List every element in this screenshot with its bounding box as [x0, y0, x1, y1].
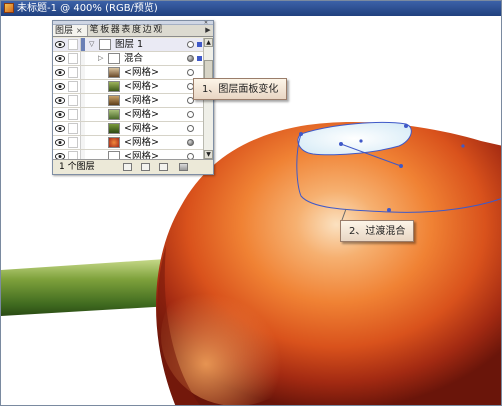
lock-toggle[interactable]	[68, 67, 78, 78]
lock-toggle[interactable]	[68, 137, 78, 148]
target-circle-icon[interactable]	[187, 111, 194, 118]
window-titlebar[interactable]: 未标题-1 @ 400% (RGB/预览)	[1, 1, 501, 16]
tab-layers[interactable]: 图层 ×	[53, 25, 88, 36]
layer-color-bar	[80, 108, 85, 121]
anchor-point	[399, 164, 403, 168]
mesh-row[interactable]: <网格>	[53, 136, 203, 150]
trash-icon[interactable]	[179, 163, 188, 171]
new-layer-button[interactable]	[159, 163, 168, 171]
mesh-thumbnail	[108, 81, 120, 92]
lock-toggle[interactable]	[68, 123, 78, 134]
row-label[interactable]: <网格>	[124, 81, 159, 93]
layer-color-bar	[80, 122, 85, 135]
target-circle-icon[interactable]	[187, 125, 194, 132]
mesh-row[interactable]: <网格>	[53, 122, 203, 136]
anchor-point	[359, 139, 363, 143]
row-label[interactable]: 混合	[124, 53, 143, 65]
lock-toggle[interactable]	[68, 95, 78, 106]
mesh-thumbnail	[108, 67, 120, 78]
mesh-row[interactable]: <网格>	[53, 80, 203, 94]
anchor-point	[387, 208, 391, 212]
lock-toggle[interactable]	[68, 151, 78, 159]
row-label[interactable]: <网格>	[124, 151, 159, 159]
layer-count: 1 个图层	[59, 162, 95, 172]
row-label[interactable]: <网格>	[124, 109, 159, 121]
expand-icon[interactable]: ▷	[98, 54, 103, 62]
selection-square[interactable]	[197, 42, 202, 47]
anchor-point	[461, 144, 465, 148]
layer-color-bar	[80, 136, 85, 149]
mesh-thumbnail	[108, 95, 120, 106]
panel-close-icon[interactable]: ✕	[202, 21, 210, 26]
lock-toggle[interactable]	[68, 109, 78, 120]
anchor-point	[299, 132, 303, 136]
layer-row[interactable]: ▽ 图层 1	[53, 38, 203, 52]
eye-icon[interactable]	[55, 69, 65, 76]
panel-tabs: 图层 × 笔板器表度边观 ▶	[53, 25, 213, 37]
target-circle-icon[interactable]	[187, 55, 194, 62]
layer-color-bar	[80, 38, 85, 51]
layer-color-bar	[80, 150, 85, 159]
scroll-down-icon[interactable]: ▼	[204, 150, 213, 159]
mesh-thumbnail	[108, 123, 120, 134]
illustrator-document-window: 未标题-1 @ 400% (RGB/预览) ✕ 图层 × 笔板器表度边观 ▶ ▽…	[0, 0, 502, 406]
selection-square[interactable]	[197, 56, 202, 61]
mesh-thumbnail	[108, 109, 120, 120]
mesh-row[interactable]: <网格>	[53, 150, 203, 159]
blend-row[interactable]: ▷ 混合	[53, 52, 203, 66]
target-circle-icon[interactable]	[187, 139, 194, 146]
tab-other-panels[interactable]: 笔板器表度边观	[88, 25, 165, 36]
layers-panel[interactable]: ✕ 图层 × 笔板器表度边观 ▶ ▽ 图层 1 ▷ 混合 <网格> <网格> <…	[52, 20, 214, 175]
mesh-row[interactable]: <网格>	[53, 66, 203, 80]
blend-thumbnail	[108, 53, 120, 64]
layer-color-bar	[80, 94, 85, 107]
new-sublayer-button[interactable]	[141, 163, 150, 171]
row-label[interactable]: <网格>	[124, 67, 159, 79]
lock-toggle[interactable]	[68, 81, 78, 92]
eye-icon[interactable]	[55, 41, 65, 48]
lock-toggle[interactable]	[68, 39, 78, 50]
anchor-point	[339, 142, 343, 146]
callout-blend: 2、过渡混合	[340, 220, 415, 242]
window-title: 未标题-1 @ 400% (RGB/预览)	[17, 3, 158, 14]
scroll-up-icon[interactable]: ▲	[204, 38, 213, 47]
eye-icon[interactable]	[55, 125, 65, 132]
row-label[interactable]: <网格>	[124, 95, 159, 107]
stem-shape	[1, 259, 171, 316]
eye-icon[interactable]	[55, 55, 65, 62]
eye-icon[interactable]	[55, 139, 65, 146]
row-label[interactable]: <网格>	[124, 137, 159, 149]
expand-icon[interactable]: ▽	[89, 40, 94, 48]
tab-close-icon[interactable]: ×	[76, 26, 85, 35]
lock-toggle[interactable]	[68, 53, 78, 64]
target-circle-icon[interactable]	[187, 41, 194, 48]
eye-icon[interactable]	[55, 83, 65, 90]
row-label[interactable]: <网格>	[124, 123, 159, 135]
mesh-row[interactable]: <网格>	[53, 108, 203, 122]
panel-menu-icon[interactable]: ▶	[203, 25, 213, 36]
panel-footer: 1 个图层	[53, 159, 213, 174]
mesh-thumbnail	[108, 137, 120, 148]
mesh-row[interactable]: <网格>	[53, 94, 203, 108]
make-clipping-mask-button[interactable]	[123, 163, 132, 171]
layer-color-bar	[80, 66, 85, 79]
layer-color-bar	[80, 52, 85, 65]
layer-color-bar	[80, 80, 85, 93]
layers-list[interactable]: ▽ 图层 1 ▷ 混合 <网格> <网格> <网格> <网格> <网格> <网格…	[53, 38, 203, 159]
anchor-point	[404, 124, 408, 128]
layer-name[interactable]: 图层 1	[115, 39, 143, 51]
mesh-thumbnail	[108, 151, 120, 159]
app-icon	[4, 3, 14, 13]
target-circle-icon[interactable]	[187, 69, 194, 76]
layer-thumbnail	[99, 39, 111, 50]
eye-icon[interactable]	[55, 111, 65, 118]
eye-icon[interactable]	[55, 97, 65, 104]
callout-panel-change: 1、图层面板变化	[193, 78, 288, 100]
